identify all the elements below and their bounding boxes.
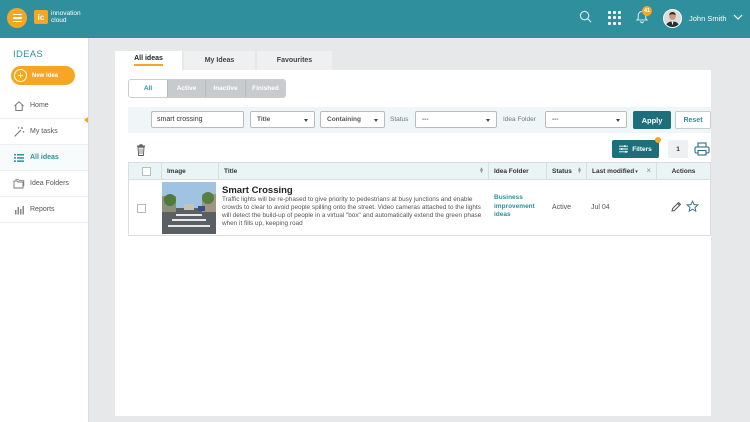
sidebar-title: IDEAS [13, 49, 44, 60]
filters-button[interactable]: Filters [612, 140, 659, 158]
col-idea-folder[interactable]: Idea Folder [489, 163, 547, 180]
status-filter-label: Status [390, 116, 409, 123]
tab-all-ideas[interactable]: All ideas [115, 51, 182, 70]
sidebar-item-label: My tasks [30, 128, 58, 135]
magic-wand-icon [14, 126, 25, 137]
idea-folder-link[interactable]: Business improvement ideas [494, 194, 546, 220]
street-photo-icon [162, 182, 216, 234]
app-logo[interactable]: ic innovation cloud [34, 10, 81, 24]
col-status[interactable]: Status ▲ ▼ [547, 163, 587, 180]
hamburger-menu-button[interactable] [7, 8, 27, 28]
chevron-down-icon[interactable] [733, 13, 743, 21]
user-portrait-icon [664, 10, 681, 27]
filters-active-dot [655, 137, 661, 143]
idea-thumbnail[interactable] [162, 182, 216, 234]
sidebar-item-all-ideas[interactable]: All ideas [0, 145, 88, 171]
col-image: Image [162, 163, 219, 180]
apps-grid-icon[interactable] [608, 11, 622, 25]
folder-filter-label: Idea Folder [503, 116, 536, 123]
select-all-cell [129, 163, 162, 180]
sidebar-item-home[interactable]: Home [0, 93, 88, 119]
sidebar-item-label: All ideas [30, 154, 59, 161]
status-segmented-control: All Active Inactive Finished [128, 79, 286, 98]
folder-select[interactable]: --- [545, 111, 627, 128]
col-status-label: Status [552, 168, 572, 175]
status-filter-active[interactable]: Active [167, 80, 205, 97]
table-header: Image Title ▲ ▼ Idea Folder Status ▲ ▼ Las… [129, 163, 710, 180]
home-icon [14, 100, 24, 111]
status-filter-finished[interactable]: Finished [245, 80, 285, 97]
favourite-star-icon[interactable] [686, 200, 699, 213]
user-name[interactable]: John Smith [689, 14, 727, 23]
field-select[interactable]: Title [250, 111, 315, 128]
row-select-cell [137, 180, 146, 236]
bar-chart-icon [15, 205, 24, 214]
new-idea-button[interactable]: + New idea [11, 66, 75, 85]
row-checkbox[interactable] [137, 203, 146, 213]
logo-text-line2: cloud [51, 17, 67, 24]
reset-button[interactable]: Reset [675, 111, 711, 129]
sidebar-item-my-tasks[interactable]: My tasks [0, 119, 88, 145]
page-count: 1 [668, 140, 688, 158]
notification-count-badge: 41 [642, 6, 652, 16]
status-filter-all[interactable]: All [129, 80, 167, 97]
col-title[interactable]: Title ▲ ▼ [219, 163, 489, 180]
sidebar-item-idea-folders[interactable]: Idea Folders [0, 171, 88, 197]
filters-label: Filters [632, 145, 652, 153]
idea-title-link[interactable]: Smart Crossing [222, 185, 293, 196]
active-indicator-arrow [84, 117, 88, 123]
tab-favourites[interactable]: Favourites [257, 51, 332, 70]
select-all-checkbox[interactable] [142, 167, 151, 176]
sort-icon: ▲ ▼ [577, 166, 582, 175]
plus-icon: + [14, 69, 27, 82]
tab-my-ideas[interactable]: My Ideas [184, 51, 255, 70]
col-title-label: Title [224, 168, 238, 175]
list-icon [14, 153, 24, 162]
idea-status: Active [552, 204, 572, 211]
table-row[interactable]: Smart Crossing Traffic lights will be re… [129, 180, 710, 236]
clear-sort-icon[interactable]: × [646, 166, 651, 175]
ideas-table: Image Title ▲ ▼ Idea Folder Status ▲ ▼ Las… [128, 162, 711, 236]
search-input[interactable]: smart crossing [151, 111, 244, 128]
sidebar-item-label: Home [30, 102, 49, 109]
idea-last-modified: Jul 04 [591, 204, 610, 211]
edit-pencil-icon[interactable] [670, 201, 682, 213]
status-filter-inactive[interactable]: Inactive [205, 80, 245, 97]
sliders-icon [619, 145, 629, 153]
idea-description: Traffic lights will be re-phased to give… [222, 196, 482, 228]
apply-button[interactable]: Apply [633, 111, 671, 129]
print-icon[interactable] [694, 142, 710, 156]
sidebar-item-reports[interactable]: Reports [0, 197, 88, 223]
new-idea-label: New idea [32, 72, 59, 79]
folders-icon [13, 178, 25, 188]
sidebar-item-label: Idea Folders [30, 180, 69, 187]
sort-desc-icon: ▾ [635, 168, 638, 175]
tab-bar: All ideas My Ideas Favourites [115, 51, 334, 70]
top-bar: ic innovation cloud 41 John Smith [0, 0, 750, 38]
status-select[interactable]: --- [415, 111, 497, 128]
col-last-modified-label: Last modified [592, 168, 635, 175]
sidebar: IDEAS + New idea Home My tasks All ideas… [0, 38, 89, 422]
search-icon[interactable] [579, 10, 592, 23]
trash-icon[interactable] [136, 144, 146, 156]
match-select[interactable]: Containing [320, 111, 385, 128]
sidebar-item-label: Reports [30, 206, 55, 213]
sort-icon: ▲ ▼ [479, 166, 484, 175]
avatar[interactable] [663, 9, 682, 28]
logo-text-line1: innovation [51, 10, 81, 17]
col-actions: Actions [671, 168, 696, 175]
logo-mark: ic [34, 10, 48, 24]
col-last-modified[interactable]: Last modified ▾ × [587, 163, 657, 180]
